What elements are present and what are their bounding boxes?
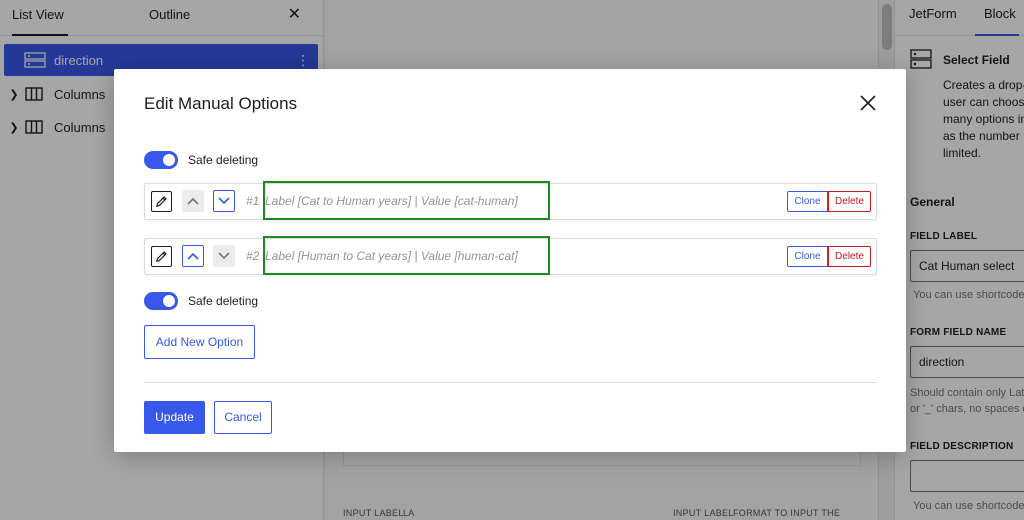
option-number: #2 <box>246 249 260 263</box>
chevron-down-icon <box>218 252 230 260</box>
toggle-knob <box>163 154 175 166</box>
highlight-box <box>263 236 550 275</box>
option-number: #1 <box>246 194 260 208</box>
highlight-box <box>263 181 550 220</box>
safe-deleting-toggle[interactable] <box>144 151 178 169</box>
move-up-button[interactable] <box>182 190 204 212</box>
safe-deleting-label: Safe deleting <box>188 294 259 308</box>
clone-button[interactable]: Clone <box>787 246 828 267</box>
chevron-up-icon <box>187 197 199 205</box>
option-row: #1 Label [Cat to Human years] | Value [c… <box>144 181 877 220</box>
close-icon[interactable] <box>858 93 878 113</box>
safe-deleting-toggle-row: Safe deleting <box>144 291 258 311</box>
move-down-button[interactable] <box>213 245 235 267</box>
option-row: #2 Label [Human to Cat years] | Value [h… <box>144 236 877 275</box>
safe-deleting-toggle-row: Safe deleting <box>144 150 258 170</box>
update-button[interactable]: Update <box>144 401 205 434</box>
safe-deleting-toggle[interactable] <box>144 292 178 310</box>
chevron-down-icon <box>218 197 230 205</box>
edit-option-button[interactable] <box>151 191 172 212</box>
delete-button[interactable]: Delete <box>828 246 871 267</box>
pencil-icon <box>156 196 167 207</box>
edit-manual-options-modal: Edit Manual Options Safe deleting #1 Lab… <box>114 69 906 452</box>
edit-option-button[interactable] <box>151 246 172 267</box>
add-new-option-button[interactable]: Add New Option <box>144 325 255 359</box>
move-down-button[interactable] <box>213 190 235 212</box>
move-up-button[interactable] <box>182 245 204 267</box>
pencil-icon <box>156 251 167 262</box>
cancel-button[interactable]: Cancel <box>214 401 272 434</box>
toggle-knob <box>163 295 175 307</box>
delete-button[interactable]: Delete <box>828 191 871 212</box>
chevron-up-icon <box>187 252 199 260</box>
safe-deleting-label: Safe deleting <box>188 153 259 167</box>
clone-button[interactable]: Clone <box>787 191 828 212</box>
modal-title: Edit Manual Options <box>144 94 298 113</box>
divider <box>144 382 877 383</box>
